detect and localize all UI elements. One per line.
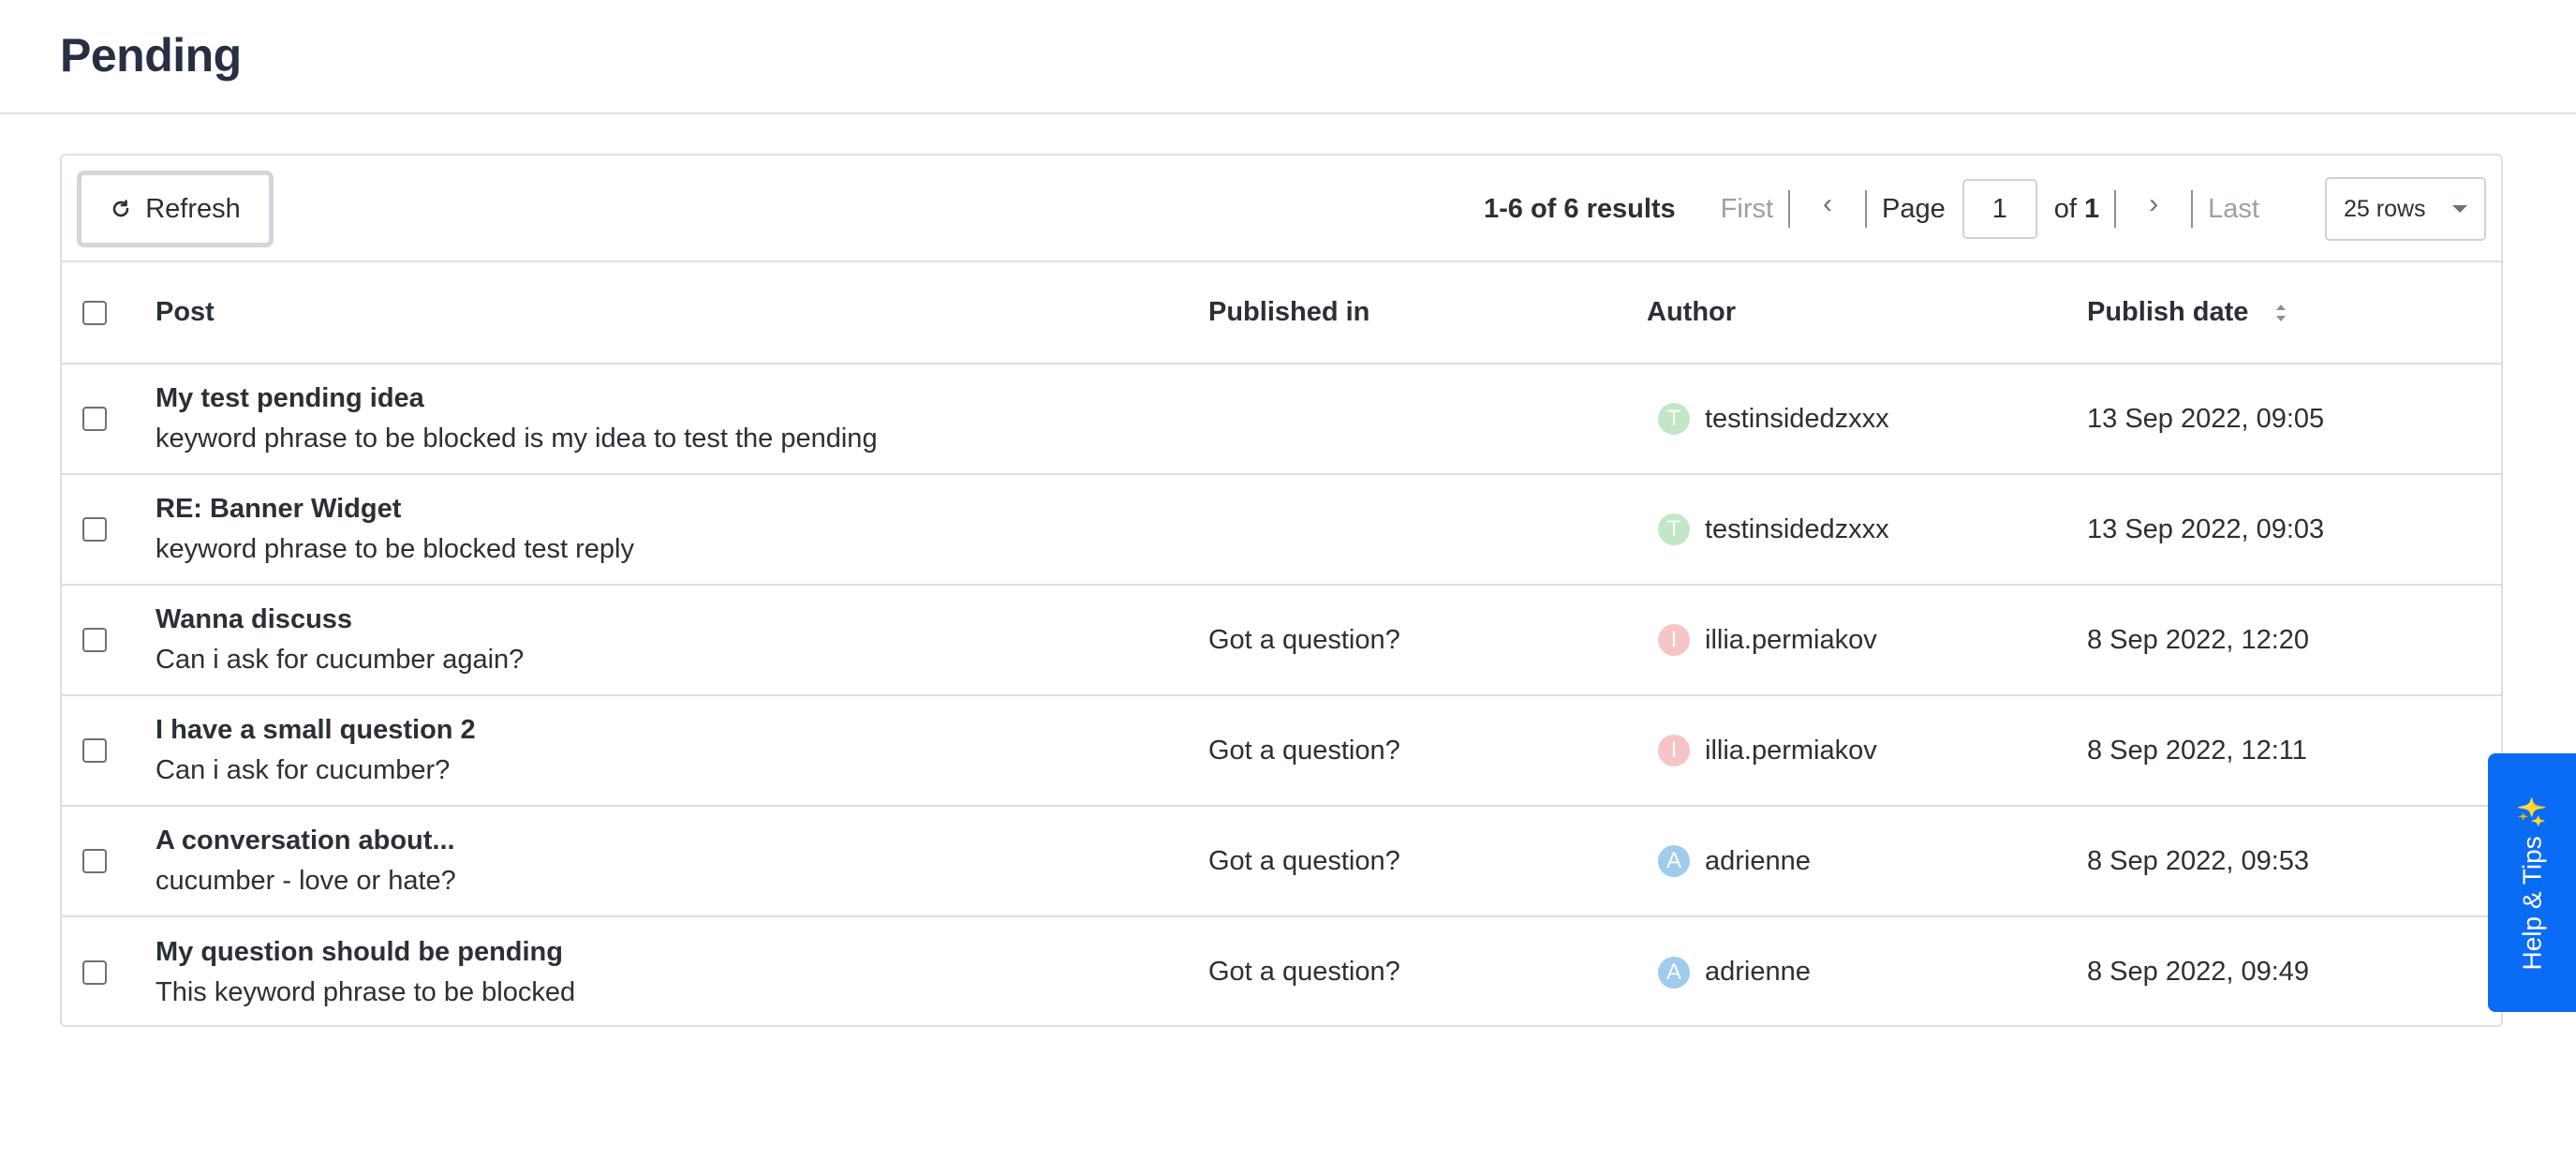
help-label: Help & Tips xyxy=(2517,835,2547,971)
post-title[interactable]: My question should be pending xyxy=(155,937,1208,968)
rows-per-page-select[interactable]: 25 rows xyxy=(2325,177,2486,241)
publish-date: 8 Sep 2022, 12:11 xyxy=(2087,735,2307,766)
avatar: A xyxy=(1658,956,1690,989)
avatar: I xyxy=(1658,624,1690,656)
avatar: A xyxy=(1658,845,1690,877)
sort-icon[interactable] xyxy=(2274,302,2287,324)
post-body: keyword phrase to be blocked test reply xyxy=(155,534,634,564)
avatar: I xyxy=(1658,735,1690,766)
post-body: This keyword phrase to be blocked xyxy=(155,976,576,1007)
publish-date-label: Publish date xyxy=(2087,297,2249,327)
post-body: cucumber - love or hate? xyxy=(155,866,456,896)
page-title: Pending xyxy=(60,29,242,82)
column-header-published-in: Published in xyxy=(1208,297,1370,327)
post-title[interactable]: A conversation about... xyxy=(155,825,1208,856)
page-label: Page xyxy=(1882,193,1946,224)
author-cell: T testinsidedzxxx xyxy=(1647,513,2087,545)
row-checkbox[interactable] xyxy=(82,628,107,652)
author-cell: I illia.permiakov xyxy=(1647,624,2087,656)
table-row[interactable]: A conversation about... cucumber - love … xyxy=(62,806,2501,916)
table-row[interactable]: My test pending idea keyword phrase to b… xyxy=(62,364,2501,474)
column-header-author: Author xyxy=(1647,297,1737,327)
post-body: Can i ask for cucumber again? xyxy=(155,645,525,675)
toolbar: Refresh 1-6 of 6 results First ‹ Page of… xyxy=(62,156,2501,262)
pending-table: Post Published in Author Publish date My… xyxy=(62,262,2501,1027)
post-body: Can i ask for cucumber? xyxy=(155,755,451,785)
author-name: adrienne xyxy=(1705,845,1811,876)
pagination: 1-6 of 6 results First ‹ Page of 1 › Las… xyxy=(1483,177,2486,241)
table-row[interactable]: Wanna discuss Can i ask for cucumber aga… xyxy=(62,585,2501,695)
rows-per-page-value: 25 rows xyxy=(2344,195,2426,222)
table-row[interactable]: I have a small question 2 Can i ask for … xyxy=(62,695,2501,806)
divider xyxy=(2114,190,2117,228)
table-row[interactable]: RE: Banner Widget keyword phrase to be b… xyxy=(62,474,2501,585)
table-header-row: Post Published in Author Publish date xyxy=(62,262,2501,364)
publish-date: 8 Sep 2022, 09:53 xyxy=(2087,845,2310,876)
column-header-publish-date[interactable]: Publish date xyxy=(2087,262,2501,364)
publish-date: 13 Sep 2022, 09:03 xyxy=(2087,513,2325,544)
help-and-tips-tab[interactable]: Help & Tips ✨ xyxy=(2488,753,2576,1012)
row-checkbox[interactable] xyxy=(82,738,107,763)
avatar: T xyxy=(1658,403,1690,435)
post-title[interactable]: My test pending idea xyxy=(155,383,1208,414)
divider xyxy=(1865,190,1868,228)
results-count: 1-6 of 6 results xyxy=(1483,193,1676,224)
page-number-input[interactable] xyxy=(1962,179,2037,239)
chevron-left-icon[interactable]: ‹ xyxy=(1805,188,1850,220)
refresh-button[interactable]: Refresh xyxy=(77,171,274,247)
published-in xyxy=(1208,364,1647,474)
row-checkbox[interactable] xyxy=(82,517,107,542)
select-all-checkbox[interactable] xyxy=(82,300,107,325)
total-pages: of 1 xyxy=(2053,193,2100,224)
author-name: illia.permiakov xyxy=(1705,735,1877,766)
sparkle-icon: ✨ xyxy=(2517,795,2547,828)
first-page-link[interactable]: First xyxy=(1721,194,1773,225)
published-in: Got a question? xyxy=(1208,624,1400,655)
post-title[interactable]: Wanna discuss xyxy=(155,604,1208,635)
divider xyxy=(1788,190,1791,228)
published-in: Got a question? xyxy=(1208,845,1400,876)
row-checkbox[interactable] xyxy=(82,959,107,985)
post-title[interactable]: RE: Banner Widget xyxy=(155,494,1208,525)
publish-date: 13 Sep 2022, 09:05 xyxy=(2087,403,2325,434)
last-page-link[interactable]: Last xyxy=(2208,194,2259,225)
row-checkbox[interactable] xyxy=(82,407,107,431)
row-checkbox[interactable] xyxy=(82,849,107,873)
author-cell: I illia.permiakov xyxy=(1647,735,2087,766)
published-in: Got a question? xyxy=(1208,957,1400,987)
refresh-icon xyxy=(112,200,129,217)
chevron-right-icon[interactable]: › xyxy=(2131,188,2176,220)
avatar: T xyxy=(1658,513,1690,545)
author-name: testinsidedzxxx xyxy=(1705,403,1889,434)
author-cell: T testinsidedzxxx xyxy=(1647,403,2087,435)
divider xyxy=(2191,190,2194,228)
author-cell: A adrienne xyxy=(1647,956,2087,989)
caret-down-icon xyxy=(2452,205,2467,213)
column-header-post: Post xyxy=(155,297,215,327)
author-name: testinsidedzxxx xyxy=(1705,513,1889,544)
page-header: Pending xyxy=(0,0,2576,114)
published-in: Got a question? xyxy=(1208,735,1400,766)
publish-date: 8 Sep 2022, 12:20 xyxy=(2087,624,2310,655)
refresh-label: Refresh xyxy=(145,193,241,224)
author-name: illia.permiakov xyxy=(1705,624,1877,655)
post-body: keyword phrase to be blocked is my idea … xyxy=(155,424,878,454)
published-in xyxy=(1208,474,1647,585)
table-row[interactable]: My question should be pending This keywo… xyxy=(62,916,2501,1027)
author-name: adrienne xyxy=(1705,957,1811,987)
pending-panel: Refresh 1-6 of 6 results First ‹ Page of… xyxy=(60,154,2503,1027)
post-title[interactable]: I have a small question 2 xyxy=(155,715,1208,746)
publish-date: 8 Sep 2022, 09:49 xyxy=(2087,957,2310,987)
author-cell: A adrienne xyxy=(1647,845,2087,877)
